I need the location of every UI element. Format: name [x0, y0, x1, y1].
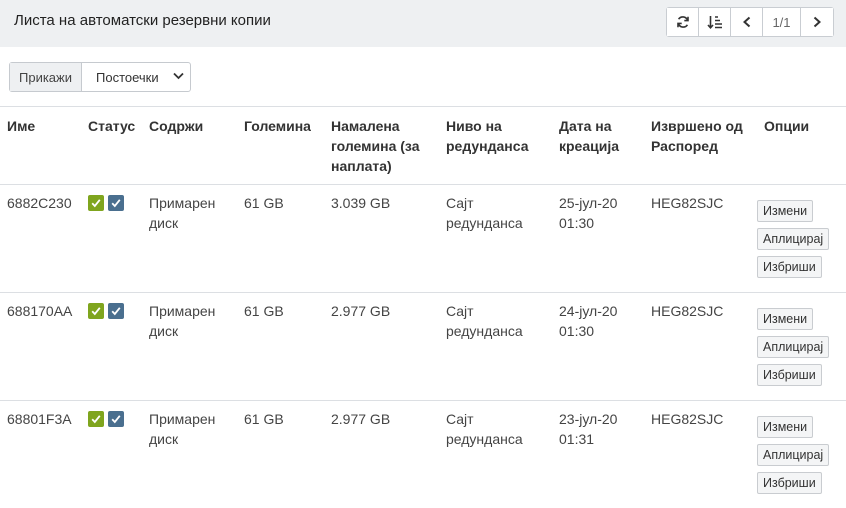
- cell-contains: Примарен диск: [149, 410, 216, 447]
- cell-options: Измени Аплицирај Избриши: [757, 184, 846, 293]
- page-indicator: 1/1: [763, 8, 801, 36]
- cell-name: 688170AA: [0, 292, 81, 401]
- page-title: Листа на автоматски резервни копии: [14, 12, 271, 29]
- page-header: Листа на автоматски резервни копии 1/1: [0, 0, 846, 47]
- cell-created: 24-јул-20 01:30: [552, 292, 644, 401]
- apply-button[interactable]: Аплицирај: [757, 335, 830, 358]
- column-header-created[interactable]: Дата на креација: [552, 107, 644, 185]
- filter-select[interactable]: Постоечки: [82, 63, 190, 91]
- table-row: 68801F3A Примарен диск 61 GB 2.977 GB Сајт р…: [0, 400, 846, 508]
- delete-button[interactable]: Избриши: [757, 363, 822, 386]
- cell-created: 23-јул-20 01:31: [559, 410, 618, 447]
- cell-created: 25-јул-20 01:30: [552, 184, 644, 293]
- backups-table: Име Статус Содржи Големина Намалена голе…: [0, 106, 846, 508]
- cell-options: Измени Аплицирај Избриши: [757, 400, 846, 508]
- check-icon: [88, 410, 104, 427]
- cell-reduced-size: 2.977 GB: [331, 410, 391, 427]
- cell-options: Измени Аплицирај Избриши: [757, 292, 846, 401]
- cell-status: [81, 400, 142, 508]
- refresh-icon: [676, 16, 689, 28]
- apply-button[interactable]: Аплицирај: [757, 443, 830, 466]
- edit-button[interactable]: Измени: [757, 307, 814, 330]
- cell-redundancy: Сајт редунданса: [439, 184, 552, 293]
- cell-contains: Примарен диск: [142, 292, 237, 401]
- cell-redundancy: Сајт редунданса: [439, 292, 552, 401]
- column-header-status[interactable]: Статус: [81, 107, 142, 185]
- cell-redundancy: Сајт редунданса: [446, 410, 523, 447]
- chevron-down-icon: [173, 72, 184, 80]
- toolbar: 1/1: [666, 7, 834, 37]
- filter-select-value: Постоечки: [96, 69, 159, 85]
- cell-schedule: HEG82SJC: [651, 410, 724, 427]
- edit-button[interactable]: Измени: [757, 415, 814, 438]
- table-row: 688170AA Примарен диск 61 GB 2.977 GB Сајт р…: [0, 292, 846, 401]
- prev-page-button[interactable]: [731, 8, 763, 36]
- cell-schedule: HEG82SJC: [644, 184, 757, 293]
- table-header-row: Име Статус Содржи Големина Намалена голе…: [0, 107, 846, 185]
- column-header-contains[interactable]: Содржи: [142, 107, 237, 185]
- cell-name: 6882C230: [0, 184, 81, 293]
- check-icon: [88, 302, 104, 319]
- refresh-button[interactable]: [667, 8, 699, 36]
- cell-name: 68801F3A: [7, 410, 72, 427]
- cell-size: 61 GB: [237, 292, 324, 401]
- column-header-schedule[interactable]: Извршено од Распоред: [644, 107, 757, 185]
- sort-button[interactable]: [699, 8, 731, 36]
- cell-size: 61 GB: [237, 184, 324, 293]
- apply-button[interactable]: Аплицирај: [757, 227, 830, 250]
- cell-schedule: HEG82SJC: [644, 292, 757, 401]
- column-header-options: Опции: [757, 107, 846, 185]
- chevron-right-icon: [813, 16, 821, 28]
- cell-size: 61 GB: [244, 410, 284, 427]
- filter-label: Прикажи: [10, 63, 82, 91]
- delete-button[interactable]: Избриши: [757, 471, 822, 494]
- cell-status: [81, 292, 142, 401]
- chevron-left-icon: [742, 16, 750, 28]
- column-header-reduced-size[interactable]: Намалена големина (за наплата): [324, 107, 439, 185]
- delete-button[interactable]: Избриши: [757, 255, 822, 278]
- cell-status: [81, 184, 142, 293]
- check-icon: [88, 194, 104, 211]
- check-icon: [108, 410, 124, 427]
- next-page-button[interactable]: [801, 8, 833, 36]
- check-icon: [108, 302, 124, 319]
- column-header-redundancy[interactable]: Ниво на редунданса: [439, 107, 552, 185]
- check-icon: [108, 194, 124, 211]
- cell-reduced-size: 3.039 GB: [324, 184, 439, 293]
- table-row: 6882C230 Примарен диск 61 GB 3.039 GB Сајт р…: [0, 184, 846, 293]
- cell-contains: Примарен диск: [142, 184, 237, 293]
- edit-button[interactable]: Измени: [757, 199, 814, 222]
- column-header-name[interactable]: Име: [0, 107, 81, 185]
- sort-icon: [706, 16, 722, 29]
- column-header-size[interactable]: Големина: [237, 107, 324, 185]
- filter-group: Прикажи Постоечки: [9, 62, 191, 92]
- cell-reduced-size: 2.977 GB: [324, 292, 439, 401]
